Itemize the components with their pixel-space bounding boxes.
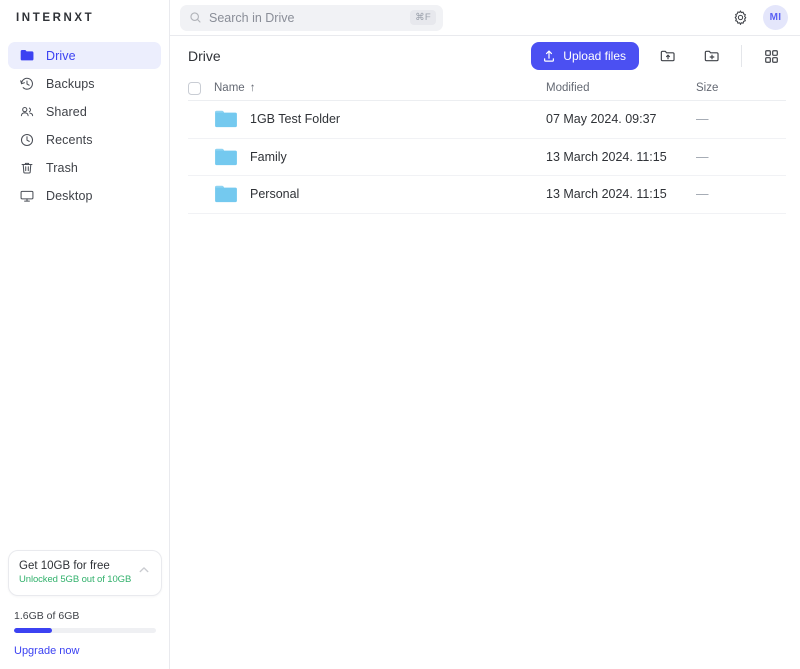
promo-title: Get 10GB for free: [19, 560, 131, 572]
row-size-label: —: [696, 150, 786, 164]
sidebar-item-label: Desktop: [46, 189, 93, 203]
toolbar: Drive Upload files: [170, 36, 800, 76]
column-header-name[interactable]: Name ↑: [214, 82, 546, 94]
row-name-cell: 1GB Test Folder: [214, 109, 546, 129]
logo-text: INTERNXT: [16, 12, 94, 24]
sidebar-nav: Drive Backups Shared: [0, 36, 169, 210]
sidebar-item-backups[interactable]: Backups: [8, 70, 161, 97]
view-grid-button[interactable]: [756, 42, 786, 70]
sidebar-item-desktop[interactable]: Desktop: [8, 182, 161, 209]
folder-upload-icon: [659, 47, 677, 65]
grid-view-icon: [763, 48, 780, 65]
file-list: 1GB Test Folder 07 May 2024. 09:37 — Fam…: [188, 101, 786, 214]
toolbar-actions: Upload files: [531, 42, 786, 70]
row-modified-label: 13 March 2024. 11:15: [546, 187, 696, 201]
search-shortcut-badge: ⌘F: [410, 10, 436, 25]
upload-files-label: Upload files: [563, 49, 626, 63]
file-list-header: Name ↑ Modified Size: [188, 76, 786, 101]
sidebar-item-label: Recents: [46, 133, 93, 147]
top-bar: Search in Drive ⌘F MI: [170, 0, 800, 36]
sidebar-item-label: Shared: [46, 105, 87, 119]
row-modified-label: 13 March 2024. 11:15: [546, 150, 696, 164]
sidebar-item-label: Trash: [46, 161, 78, 175]
trash-icon: [18, 159, 36, 177]
sort-ascending-icon: ↑: [250, 82, 256, 94]
row-name-cell: Family: [214, 147, 546, 167]
promo-text: Get 10GB for free Unlocked 5GB out of 10…: [19, 560, 131, 585]
create-folder-button[interactable]: [697, 42, 727, 70]
sidebar-item-label: Drive: [46, 49, 76, 63]
storage-progress-fill: [14, 628, 52, 633]
sidebar-item-trash[interactable]: Trash: [8, 154, 161, 181]
row-name-label: 1GB Test Folder: [250, 112, 340, 126]
folder-filled-icon: [18, 47, 36, 65]
search-placeholder: Search in Drive: [209, 11, 410, 25]
sidebar-item-recents[interactable]: Recents: [8, 126, 161, 153]
folder-icon: [214, 147, 238, 167]
column-header-modified[interactable]: Modified: [546, 82, 696, 94]
upload-icon: [542, 49, 556, 63]
row-name-label: Family: [250, 150, 287, 164]
app-logo: INTERNXT: [0, 0, 169, 36]
column-header-name-label: Name: [214, 82, 245, 94]
clock-arrow-icon: [18, 75, 36, 93]
row-name-cell: Personal: [214, 184, 546, 204]
storage-progress-bar: [14, 628, 156, 633]
storage-panel: Get 10GB for free Unlocked 5GB out of 10…: [0, 550, 170, 669]
main-area: Search in Drive ⌘F MI Drive: [170, 0, 800, 669]
folder-icon: [214, 184, 238, 204]
search-icon: [189, 11, 202, 24]
people-icon: [18, 103, 36, 121]
top-bar-actions: MI: [732, 5, 788, 30]
sidebar: INTERNXT Drive Backups: [0, 0, 170, 669]
folder-plus-icon: [703, 47, 721, 65]
upload-files-button[interactable]: Upload files: [531, 42, 639, 70]
sidebar-item-drive[interactable]: Drive: [8, 42, 161, 69]
row-name-label: Personal: [250, 187, 299, 201]
clock-icon: [18, 131, 36, 149]
upload-folder-button[interactable]: [653, 42, 683, 70]
table-row[interactable]: Personal 13 March 2024. 11:15 —: [188, 176, 786, 214]
promo-subtitle: Unlocked 5GB out of 10GB: [19, 574, 131, 585]
column-header-size[interactable]: Size: [696, 82, 786, 94]
row-size-label: —: [696, 187, 786, 201]
promo-card[interactable]: Get 10GB for free Unlocked 5GB out of 10…: [8, 550, 162, 596]
row-size-label: —: [696, 112, 786, 126]
internxt-drive-app: INTERNXT Drive Backups: [0, 0, 800, 669]
folder-icon: [214, 109, 238, 129]
toolbar-divider: [741, 45, 742, 67]
sidebar-item-shared[interactable]: Shared: [8, 98, 161, 125]
monitor-icon: [18, 187, 36, 205]
row-modified-label: 07 May 2024. 09:37: [546, 112, 696, 126]
page-title: Drive: [188, 48, 221, 64]
table-row[interactable]: Family 13 March 2024. 11:15 —: [188, 139, 786, 177]
gear-icon[interactable]: [732, 9, 749, 26]
table-row[interactable]: 1GB Test Folder 07 May 2024. 09:37 —: [188, 101, 786, 139]
select-all-checkbox[interactable]: [188, 82, 201, 95]
search-input[interactable]: Search in Drive ⌘F: [180, 5, 443, 31]
avatar[interactable]: MI: [763, 5, 788, 30]
storage-usage-text: 1.6GB of 6GB: [14, 610, 162, 622]
upgrade-now-link[interactable]: Upgrade now: [14, 645, 162, 657]
sidebar-item-label: Backups: [46, 77, 95, 91]
chevron-up-icon[interactable]: [137, 563, 151, 577]
